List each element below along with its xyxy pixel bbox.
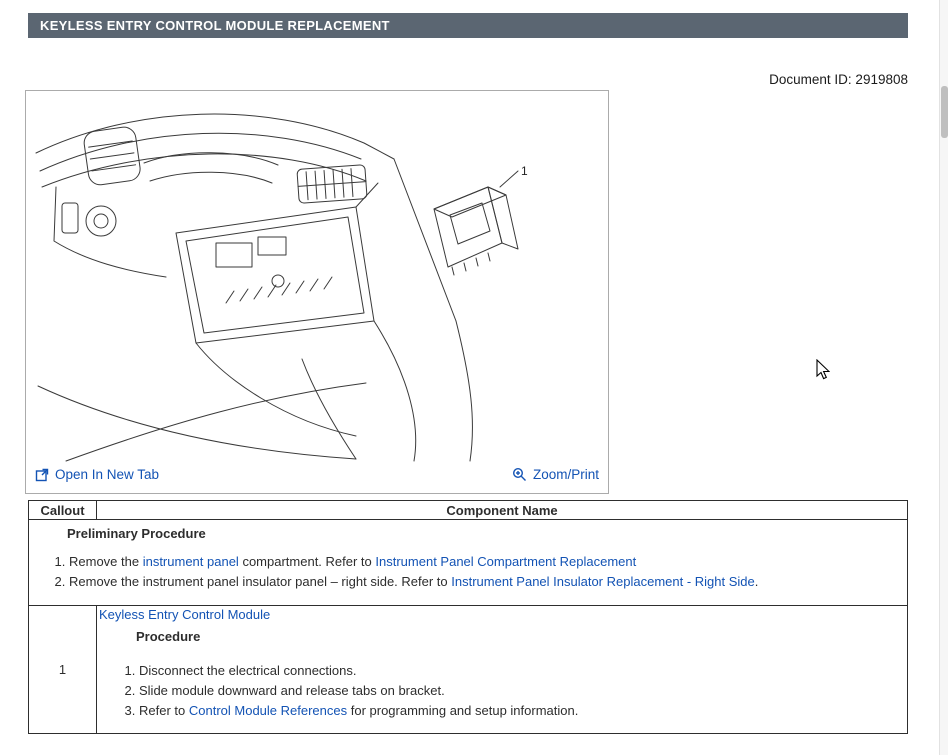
figure-panel: 1 Open In New Tab Zoom/Print xyxy=(25,90,609,494)
figure-callout-1: 1 xyxy=(521,164,528,178)
open-in-new-tab-link[interactable]: Open In New Tab xyxy=(35,467,159,482)
preliminary-procedure-title: Preliminary Procedure xyxy=(67,526,899,541)
component-column-header: Component Name xyxy=(97,501,908,520)
component-name-link[interactable]: Keyless Entry Control Module xyxy=(99,607,270,622)
scrollbar-thumb[interactable] xyxy=(941,86,948,138)
procedure-step: Remove the instrument panel insulator pa… xyxy=(69,572,899,592)
module-row: 1 Keyless Entry Control Module Procedure… xyxy=(29,606,908,734)
inline-reference-link[interactable]: Control Module References xyxy=(189,703,347,718)
procedure-title: Procedure xyxy=(136,629,899,644)
zoom-print-label: Zoom/Print xyxy=(533,467,599,482)
component-table: Callout Component Name Preliminary Proce… xyxy=(28,500,908,734)
zoom-icon xyxy=(512,467,527,482)
figure-toolbar: Open In New Tab Zoom/Print xyxy=(26,463,608,493)
procedure-step: Slide module downward and release tabs o… xyxy=(139,681,899,701)
procedure-step: Remove the instrument panel compartment.… xyxy=(69,552,899,572)
table-header-row: Callout Component Name xyxy=(29,501,908,520)
vertical-scrollbar[interactable] xyxy=(939,0,948,755)
page-title: KEYLESS ENTRY CONTROL MODULE REPLACEMENT xyxy=(40,18,390,33)
section-title-bar: KEYLESS ENTRY CONTROL MODULE REPLACEMENT xyxy=(28,13,908,38)
procedure-step: Refer to Control Module References for p… xyxy=(139,701,899,721)
callout-cell: 1 xyxy=(29,606,97,734)
inline-reference-link[interactable]: Instrument Panel Insulator Replacement -… xyxy=(451,574,755,589)
zoom-print-link[interactable]: Zoom/Print xyxy=(512,467,599,482)
document-id: Document ID: 2919808 xyxy=(28,72,908,87)
dashboard-illustration: 1 xyxy=(26,91,608,463)
open-in-new-tab-label: Open In New Tab xyxy=(55,467,159,482)
preliminary-steps-list: Remove the instrument panel compartment.… xyxy=(31,552,899,592)
mouse-cursor-icon xyxy=(816,359,830,380)
inline-reference-link[interactable]: instrument panel xyxy=(143,554,239,569)
inline-reference-link[interactable]: Instrument Panel Compartment Replacement xyxy=(375,554,636,569)
callout-column-header: Callout xyxy=(29,501,97,520)
module-steps-list: Disconnect the electrical connections.Sl… xyxy=(99,661,899,721)
procedure-step: Disconnect the electrical connections. xyxy=(139,661,899,681)
external-link-icon xyxy=(35,468,49,482)
preliminary-procedure-row: Preliminary Procedure Remove the instrum… xyxy=(29,520,908,606)
